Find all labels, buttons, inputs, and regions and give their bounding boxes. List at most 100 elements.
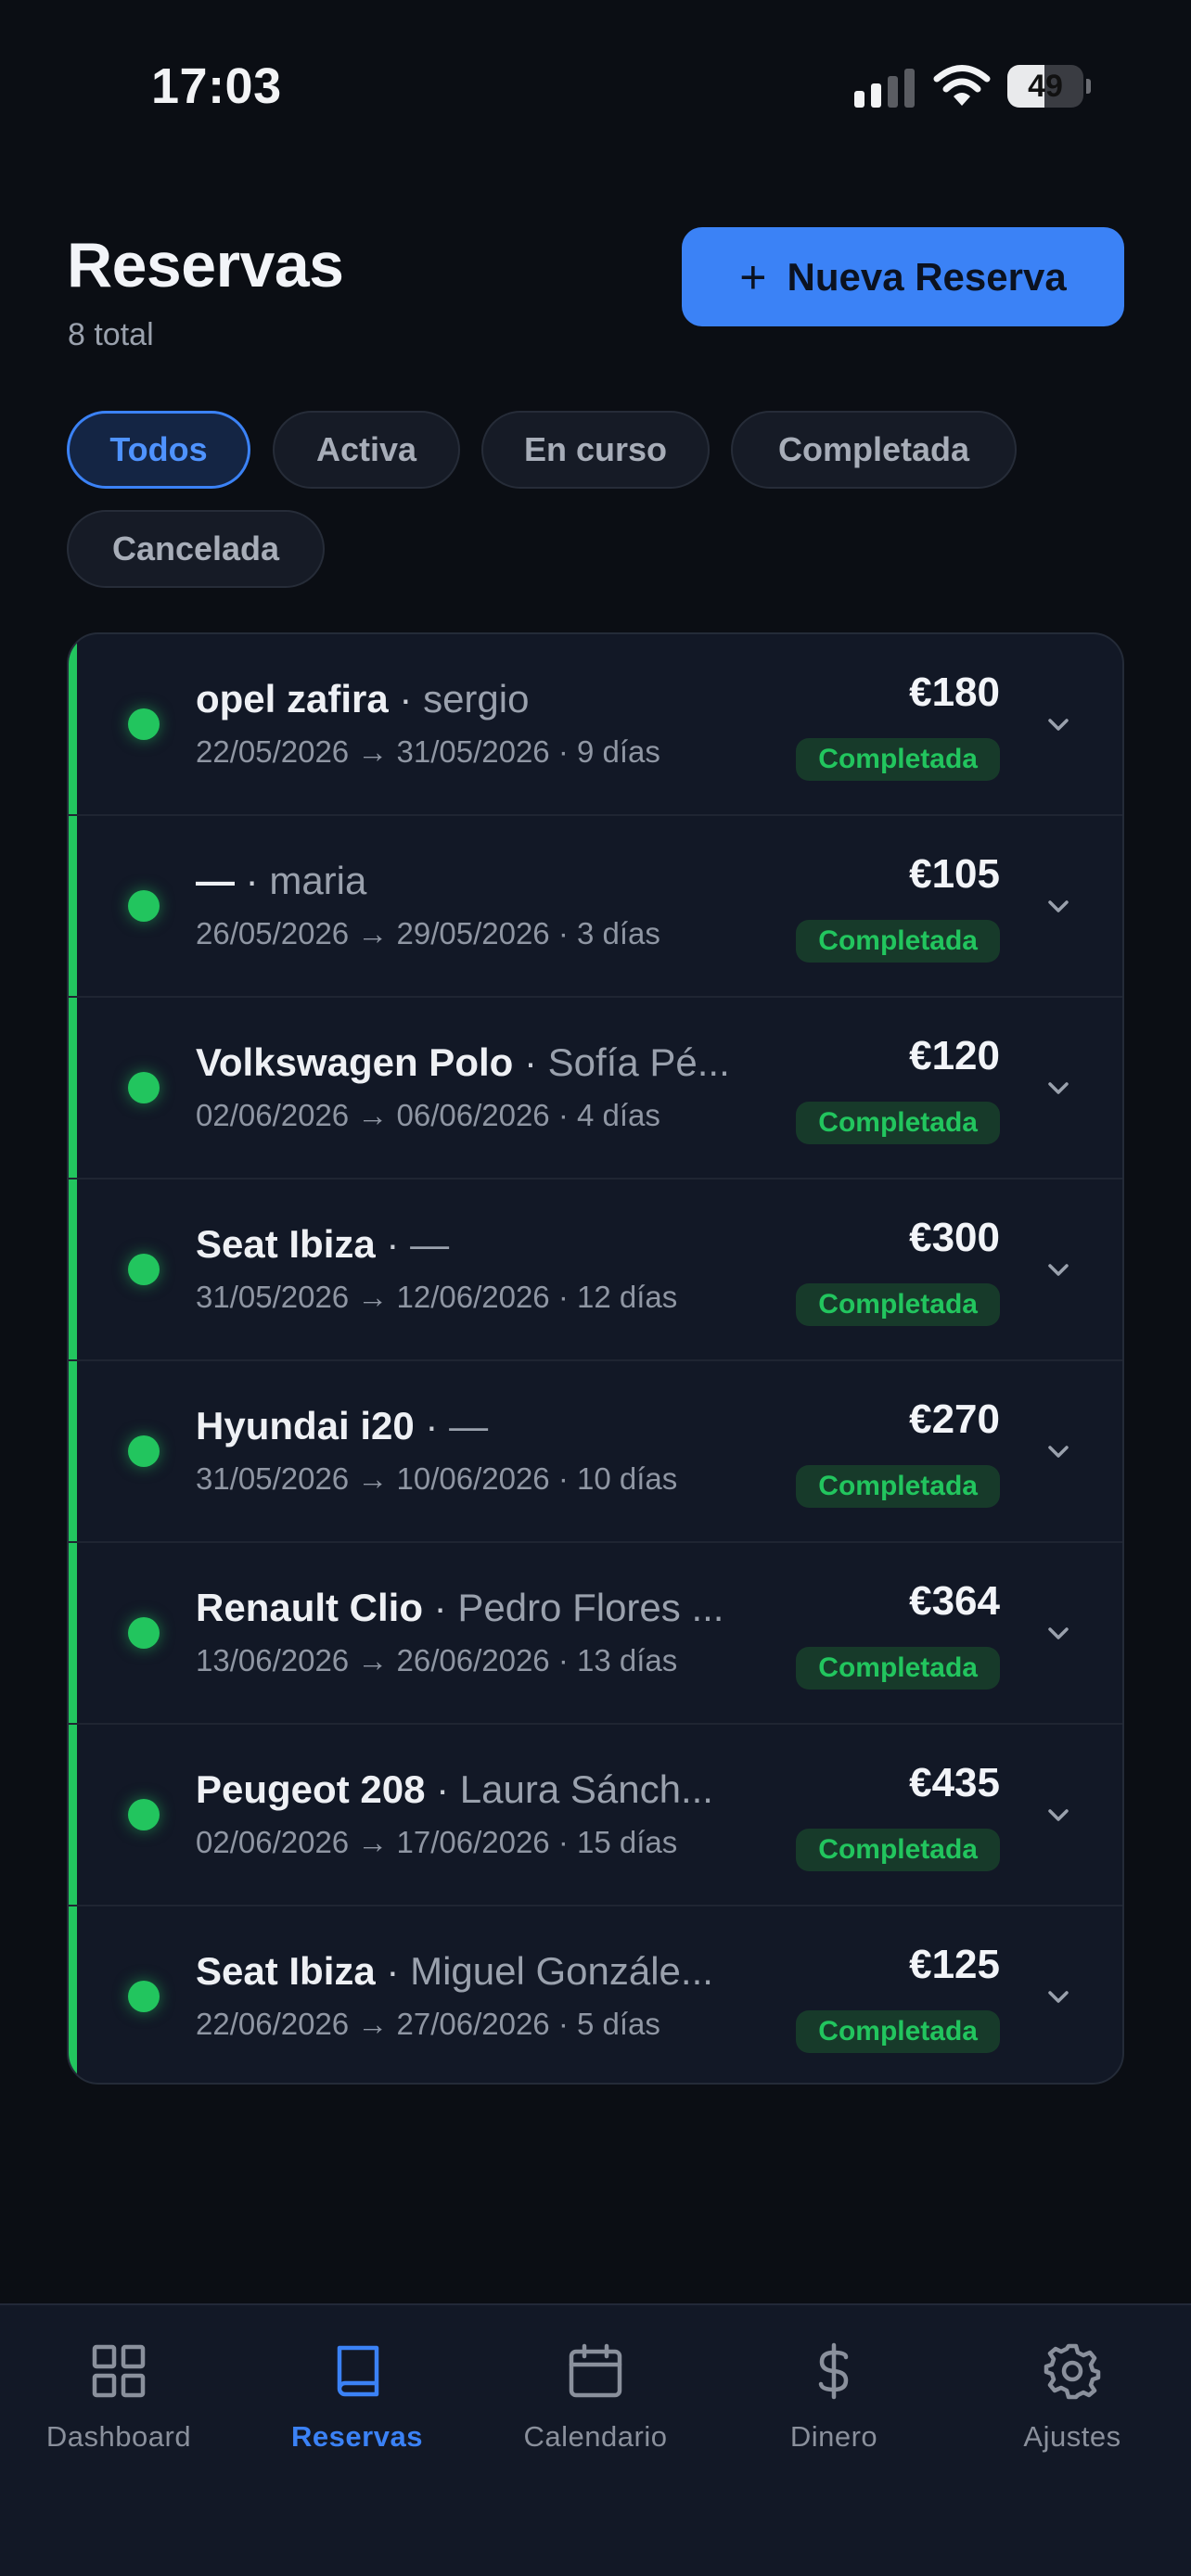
- reservation-row[interactable]: Renault Clio · Pedro Flores ... 13/06/20…: [69, 1543, 1122, 1725]
- status-dot: [128, 1981, 160, 2012]
- reservation-count: 8 total: [68, 317, 154, 352]
- reservation-row[interactable]: — · maria 26/05/2026 → 29/05/2026 · 3 dí…: [69, 816, 1122, 998]
- bottom-nav: Dashboard Reservas Calendario Dinero Aju…: [0, 2303, 1191, 2576]
- book-icon: [337, 2345, 379, 2397]
- status-badge: Completada: [796, 1465, 1000, 1508]
- client-name: sergio: [423, 677, 530, 721]
- status-accent-bar: [69, 1906, 77, 2083]
- chevron-down-icon[interactable]: [1044, 710, 1072, 738]
- status-bar: 17:03 49: [0, 0, 1191, 176]
- reservation-row[interactable]: Hyundai i20 · — 31/05/2026 → 10/06/2026 …: [69, 1361, 1122, 1543]
- reservation-title: opel zafira · sergio: [196, 677, 808, 721]
- car-name: Renault Clio: [196, 1586, 424, 1629]
- reservation-row[interactable]: Seat Ibiza · — 31/05/2026 → 12/06/2026 ·…: [69, 1180, 1122, 1361]
- reservation-price: €435: [909, 1760, 1000, 1805]
- status-dot: [128, 1072, 160, 1103]
- status-time: 17:03: [151, 58, 282, 114]
- nav-tab-label: Calendario: [523, 2420, 668, 2453]
- title-separator: ·: [388, 677, 424, 721]
- status-badge: Completada: [796, 738, 1000, 781]
- reservation-dates: 22/06/2026 → 27/06/2026 · 5 días: [196, 2007, 660, 2041]
- nav-tab-dashboard[interactable]: Dashboard: [0, 2305, 237, 2491]
- reservation-dates: 31/05/2026 → 12/06/2026 · 12 días: [196, 1280, 678, 1314]
- reservation-dates: 02/06/2026 → 06/06/2026 · 4 días: [196, 1098, 660, 1132]
- status-dot: [128, 1799, 160, 1830]
- nav-tab-reservas[interactable]: Reservas: [238, 2305, 476, 2491]
- battery-level: 49: [1028, 69, 1063, 104]
- client-name: Sofía Pé...: [547, 1040, 730, 1084]
- car-name: Peugeot 208: [196, 1767, 426, 1811]
- reservation-dates: 26/05/2026 → 29/05/2026 · 3 días: [196, 916, 660, 950]
- reservation-title: Volkswagen Polo · Sofía Pé...: [196, 1040, 808, 1085]
- car-name: Hyundai i20: [196, 1404, 415, 1447]
- wifi-icon: [933, 65, 991, 106]
- title-separator: ·: [423, 1586, 458, 1629]
- status-badge: Completada: [796, 1647, 1000, 1690]
- reservation-dates: 22/05/2026 → 31/05/2026 · 9 días: [196, 734, 660, 769]
- new-reservation-button[interactable]: + Nueva Reserva: [682, 227, 1124, 326]
- status-accent-bar: [69, 1180, 77, 1359]
- title-separator: ·: [425, 1767, 460, 1811]
- title-separator: ·: [235, 859, 270, 902]
- chevron-down-icon[interactable]: [1044, 1619, 1072, 1647]
- chevron-down-icon[interactable]: [1044, 1437, 1072, 1465]
- filter-label: Todos: [109, 430, 208, 468]
- reservation-list: opel zafira · sergio 22/05/2026 → 31/05/…: [67, 632, 1124, 2085]
- car-name: Volkswagen Polo: [196, 1040, 514, 1084]
- status-accent-bar: [69, 1543, 77, 1723]
- calendar-icon: [569, 2343, 622, 2398]
- reservation-title: — · maria: [196, 859, 808, 903]
- filter-chip-en-curso[interactable]: En curso: [481, 411, 710, 489]
- reservation-title: Peugeot 208 · Laura Sánch...: [196, 1767, 808, 1812]
- nav-tab-dinero[interactable]: Dinero: [715, 2305, 953, 2491]
- car-name: opel zafira: [196, 677, 389, 721]
- chevron-down-icon[interactable]: [1044, 892, 1072, 920]
- status-dot: [128, 1617, 160, 1649]
- battery-icon: 49: [1007, 65, 1091, 108]
- chevron-down-icon[interactable]: [1044, 1074, 1072, 1102]
- car-name: —: [196, 859, 235, 902]
- filter-chip-todos[interactable]: Todos: [67, 411, 250, 489]
- nav-tab-label: Ajustes: [1023, 2420, 1121, 2453]
- reservation-row[interactable]: Seat Ibiza · Miguel Gonzále... 22/06/202…: [69, 1906, 1122, 2083]
- title-separator: ·: [414, 1404, 450, 1447]
- title-separator: ·: [513, 1040, 548, 1084]
- nav-tab-label: Dinero: [789, 2420, 878, 2453]
- chevron-down-icon[interactable]: [1044, 1983, 1072, 2010]
- reservation-title: Seat Ibiza · Miguel Gonzále...: [196, 1949, 808, 1994]
- status-dot: [128, 890, 160, 922]
- status-badge: Completada: [796, 1102, 1000, 1144]
- new-reservation-label: Nueva Reserva: [787, 254, 1067, 299]
- status-badge: Completada: [796, 1283, 1000, 1326]
- chevron-down-icon[interactable]: [1044, 1801, 1072, 1829]
- status-dot: [128, 708, 160, 740]
- filter-chip-cancelada[interactable]: Cancelada: [67, 510, 325, 588]
- nav-tab-ajustes[interactable]: Ajustes: [954, 2305, 1191, 2491]
- reservation-dates: 13/06/2026 → 26/06/2026 · 13 días: [196, 1643, 678, 1677]
- filter-label: Activa: [315, 430, 417, 468]
- title-separator: ·: [375, 1949, 411, 1993]
- status-accent-bar: [69, 1725, 77, 1905]
- status-accent-bar: [69, 1361, 77, 1541]
- reservation-price: €120: [909, 1033, 1000, 1078]
- title-separator: ·: [375, 1222, 411, 1266]
- client-name: Laura Sánch...: [459, 1767, 713, 1811]
- filter-chip-completada[interactable]: Completada: [731, 411, 1017, 489]
- reservation-price: €364: [909, 1578, 1000, 1624]
- client-name: —: [449, 1404, 489, 1447]
- reservation-price: €105: [909, 851, 1000, 897]
- filter-chip-activa[interactable]: Activa: [273, 411, 460, 489]
- client-name: —: [410, 1222, 450, 1266]
- reservation-row[interactable]: Volkswagen Polo · Sofía Pé... 02/06/2026…: [69, 998, 1122, 1180]
- client-name: Pedro Flores ...: [457, 1586, 724, 1629]
- reservation-dates: 02/06/2026 → 17/06/2026 · 15 días: [196, 1825, 678, 1859]
- filter-label: Cancelada: [111, 529, 280, 567]
- status-badge: Completada: [796, 920, 1000, 963]
- reservation-row[interactable]: opel zafira · sergio 22/05/2026 → 31/05/…: [69, 634, 1122, 816]
- reservation-row[interactable]: Peugeot 208 · Laura Sánch... 02/06/2026 …: [69, 1725, 1122, 1906]
- chevron-down-icon[interactable]: [1044, 1256, 1072, 1283]
- reservation-price: €300: [909, 1215, 1000, 1260]
- dollar-icon: [818, 2342, 849, 2400]
- nav-tab-calendario[interactable]: Calendario: [477, 2305, 714, 2491]
- car-name: Seat Ibiza: [196, 1222, 376, 1266]
